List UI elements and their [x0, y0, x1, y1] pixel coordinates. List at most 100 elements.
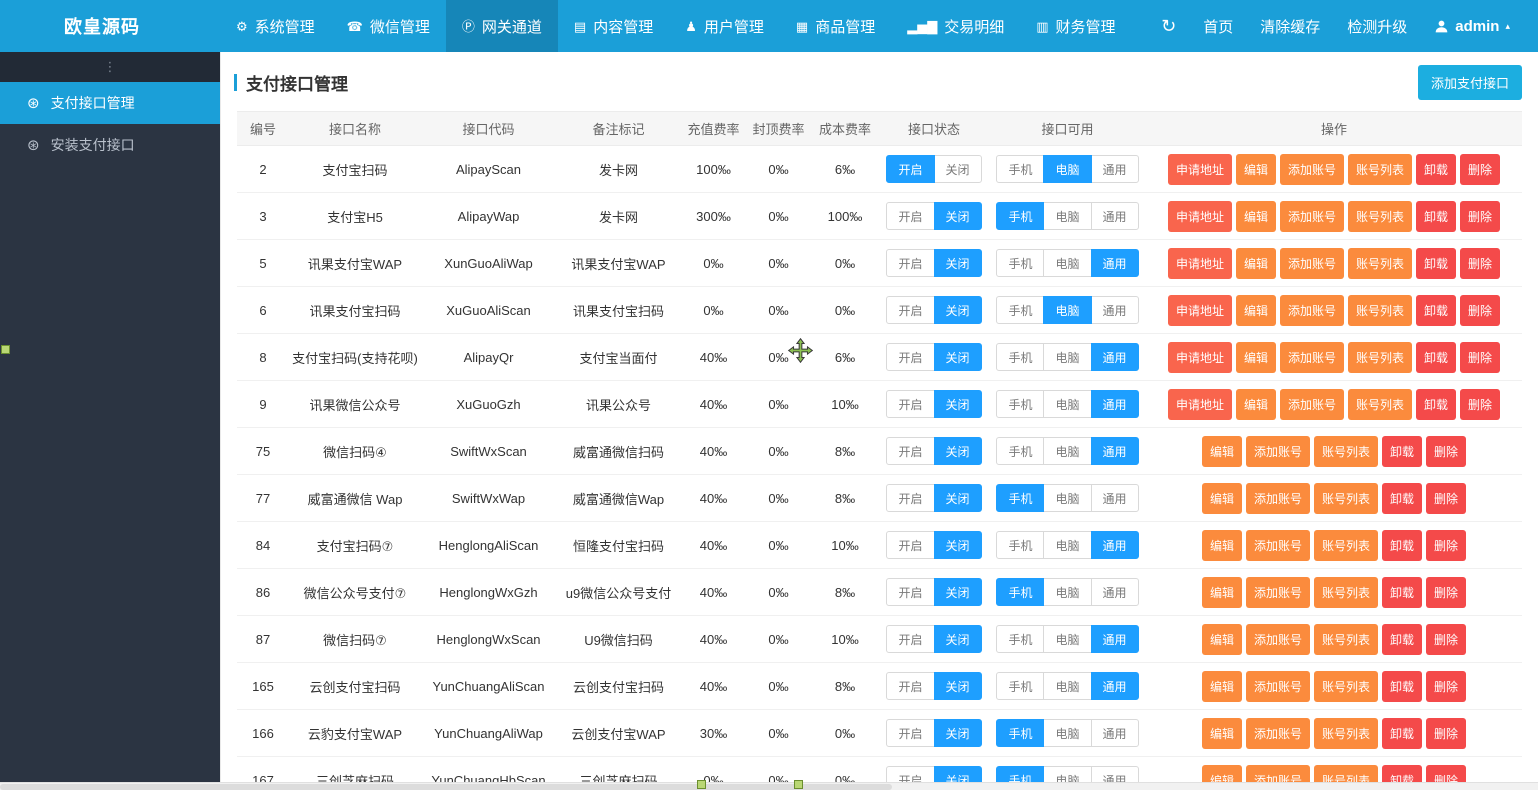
status-off-button[interactable]: 关闭 — [934, 719, 982, 747]
action-list-button[interactable]: 账号列表 — [1348, 342, 1412, 373]
device-phone-button[interactable]: 手机 — [996, 249, 1044, 277]
device-common-button[interactable]: 通用 — [1091, 766, 1139, 782]
status-off-button[interactable]: 关闭 — [934, 484, 982, 512]
device-common-button[interactable]: 通用 — [1091, 672, 1139, 700]
action-edit-button[interactable]: 编辑 — [1202, 718, 1242, 749]
action-remove-button[interactable]: 删除 — [1426, 718, 1466, 749]
action-uninstall-button[interactable]: 卸载 — [1416, 295, 1456, 326]
device-pc-button[interactable]: 电脑 — [1043, 766, 1091, 782]
nav-item-goods[interactable]: ▦商品管理 — [780, 0, 891, 52]
action-edit-button[interactable]: 编辑 — [1236, 248, 1276, 279]
action-edit-button[interactable]: 编辑 — [1202, 483, 1242, 514]
status-off-button[interactable]: 关闭 — [934, 672, 982, 700]
action-list-button[interactable]: 账号列表 — [1314, 718, 1378, 749]
action-add-button[interactable]: 添加账号 — [1280, 389, 1344, 420]
action-edit-button[interactable]: 编辑 — [1202, 671, 1242, 702]
status-on-button[interactable]: 开启 — [886, 578, 934, 606]
selection-handle[interactable] — [794, 780, 803, 789]
status-on-button[interactable]: 开启 — [886, 249, 934, 277]
action-apply-button[interactable]: 申请地址 — [1168, 201, 1232, 232]
status-off-button[interactable]: 关闭 — [934, 390, 982, 418]
status-on-button[interactable]: 开启 — [886, 202, 934, 230]
clear-cache-link[interactable]: 清除缓存 — [1260, 16, 1320, 37]
nav-item-gateway[interactable]: Ⓟ网关通道 — [446, 0, 558, 52]
action-remove-button[interactable]: 删除 — [1426, 624, 1466, 655]
nav-item-user[interactable]: ♟用户管理 — [669, 0, 780, 52]
action-remove-button[interactable]: 删除 — [1460, 248, 1500, 279]
device-pc-button[interactable]: 电脑 — [1043, 437, 1091, 465]
device-common-button[interactable]: 通用 — [1091, 625, 1139, 653]
action-remove-button[interactable]: 删除 — [1426, 577, 1466, 608]
check-upgrade-link[interactable]: 检测升级 — [1347, 16, 1407, 37]
device-phone-button[interactable]: 手机 — [996, 484, 1044, 512]
action-edit-button[interactable]: 编辑 — [1236, 201, 1276, 232]
action-uninstall-button[interactable]: 卸载 — [1382, 577, 1422, 608]
status-off-button[interactable]: 关闭 — [934, 531, 982, 559]
action-remove-button[interactable]: 删除 — [1460, 201, 1500, 232]
action-uninstall-button[interactable]: 卸载 — [1382, 765, 1422, 783]
device-common-button[interactable]: 通用 — [1091, 390, 1139, 418]
device-phone-button[interactable]: 手机 — [996, 531, 1044, 559]
device-common-button[interactable]: 通用 — [1091, 531, 1139, 559]
status-on-button[interactable]: 开启 — [886, 672, 934, 700]
status-on-button[interactable]: 开启 — [886, 625, 934, 653]
nav-item-trade[interactable]: ▂▅▇交易明细 — [891, 0, 1020, 52]
action-edit-button[interactable]: 编辑 — [1236, 295, 1276, 326]
sidebar-item-install-interfaces[interactable]: ⊛安装支付接口 — [0, 124, 220, 166]
selection-handle[interactable] — [697, 780, 706, 789]
action-list-button[interactable]: 账号列表 — [1314, 765, 1378, 783]
action-edit-button[interactable]: 编辑 — [1202, 436, 1242, 467]
device-pc-button[interactable]: 电脑 — [1043, 578, 1091, 606]
device-phone-button[interactable]: 手机 — [996, 719, 1044, 747]
sidebar-collapse-toggle[interactable]: ⋮ — [0, 52, 220, 82]
action-add-button[interactable]: 添加账号 — [1280, 342, 1344, 373]
device-phone-button[interactable]: 手机 — [996, 578, 1044, 606]
action-uninstall-button[interactable]: 卸载 — [1416, 201, 1456, 232]
action-remove-button[interactable]: 删除 — [1426, 530, 1466, 561]
device-pc-button[interactable]: 电脑 — [1043, 249, 1091, 277]
action-uninstall-button[interactable]: 卸载 — [1416, 154, 1456, 185]
action-add-button[interactable]: 添加账号 — [1246, 624, 1310, 655]
device-pc-button[interactable]: 电脑 — [1043, 155, 1091, 183]
status-off-button[interactable]: 关闭 — [934, 249, 982, 277]
action-uninstall-button[interactable]: 卸载 — [1416, 248, 1456, 279]
action-uninstall-button[interactable]: 卸载 — [1382, 436, 1422, 467]
action-remove-button[interactable]: 删除 — [1460, 389, 1500, 420]
action-list-button[interactable]: 账号列表 — [1314, 577, 1378, 608]
action-remove-button[interactable]: 删除 — [1426, 483, 1466, 514]
device-pc-button[interactable]: 电脑 — [1043, 531, 1091, 559]
action-edit-button[interactable]: 编辑 — [1202, 765, 1242, 783]
device-phone-button[interactable]: 手机 — [996, 437, 1044, 465]
action-add-button[interactable]: 添加账号 — [1280, 154, 1344, 185]
status-off-button[interactable]: 关闭 — [934, 437, 982, 465]
action-edit-button[interactable]: 编辑 — [1202, 624, 1242, 655]
action-add-button[interactable]: 添加账号 — [1246, 436, 1310, 467]
action-remove-button[interactable]: 删除 — [1460, 295, 1500, 326]
action-remove-button[interactable]: 删除 — [1426, 671, 1466, 702]
action-uninstall-button[interactable]: 卸载 — [1382, 530, 1422, 561]
action-uninstall-button[interactable]: 卸载 — [1416, 342, 1456, 373]
device-phone-button[interactable]: 手机 — [996, 625, 1044, 653]
action-edit-button[interactable]: 编辑 — [1236, 154, 1276, 185]
device-common-button[interactable]: 通用 — [1091, 343, 1139, 371]
add-interface-button[interactable]: 添加支付接口 — [1418, 65, 1522, 100]
action-apply-button[interactable]: 申请地址 — [1168, 154, 1232, 185]
device-common-button[interactable]: 通用 — [1091, 437, 1139, 465]
nav-item-content[interactable]: ▤内容管理 — [558, 0, 669, 52]
action-list-button[interactable]: 账号列表 — [1348, 201, 1412, 232]
action-edit-button[interactable]: 编辑 — [1236, 389, 1276, 420]
status-on-button[interactable]: 开启 — [886, 155, 934, 183]
action-add-button[interactable]: 添加账号 — [1246, 718, 1310, 749]
device-phone-button[interactable]: 手机 — [996, 766, 1044, 782]
action-add-button[interactable]: 添加账号 — [1246, 530, 1310, 561]
horizontal-scrollbar[interactable] — [0, 782, 1538, 790]
action-apply-button[interactable]: 申请地址 — [1168, 342, 1232, 373]
device-pc-button[interactable]: 电脑 — [1043, 296, 1091, 324]
status-off-button[interactable]: 关闭 — [934, 155, 982, 183]
action-apply-button[interactable]: 申请地址 — [1168, 248, 1232, 279]
action-apply-button[interactable]: 申请地址 — [1168, 389, 1232, 420]
action-add-button[interactable]: 添加账号 — [1280, 201, 1344, 232]
device-pc-button[interactable]: 电脑 — [1043, 625, 1091, 653]
device-common-button[interactable]: 通用 — [1091, 155, 1139, 183]
nav-item-wechat[interactable]: ☎微信管理 — [331, 0, 446, 52]
